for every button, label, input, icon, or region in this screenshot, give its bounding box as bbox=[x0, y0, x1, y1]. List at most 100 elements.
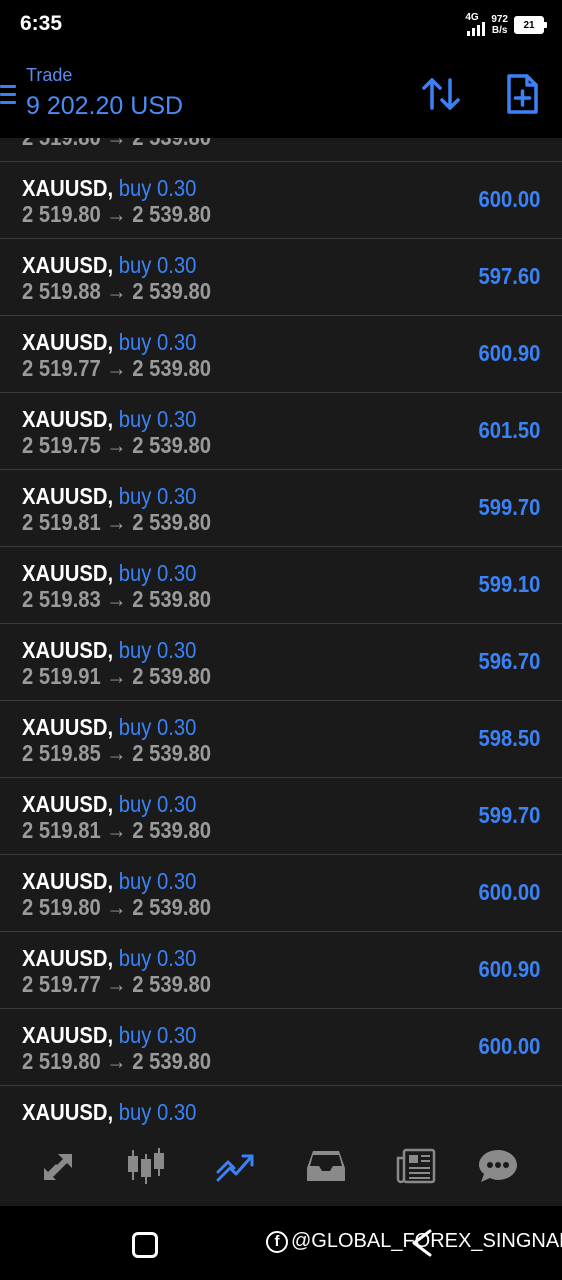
position-profit: 600.90 bbox=[478, 956, 540, 982]
current-price: 2 539.80 bbox=[132, 138, 211, 150]
position-side: buy 0.30 bbox=[118, 175, 197, 201]
position-title: XAUUSD, buy 0.30 bbox=[22, 791, 196, 818]
nav-chart[interactable] bbox=[124, 1146, 168, 1186]
chat-bubble-icon bbox=[479, 1150, 517, 1182]
position-side: buy 0.30 bbox=[118, 714, 197, 740]
price-arrow: → bbox=[106, 138, 126, 150]
battery-level: 21 bbox=[523, 19, 535, 31]
position-row[interactable]: XAUUSD, buy 0.30 2 519.85 → 2 539.80 598.5… bbox=[0, 701, 562, 778]
price-arrow: → bbox=[106, 509, 127, 535]
home-button[interactable] bbox=[132, 1232, 158, 1258]
current-price: 2 539.80 bbox=[132, 971, 212, 997]
open-price: 2 519.80 bbox=[22, 138, 101, 150]
price-arrow: → bbox=[106, 817, 127, 843]
price-arrow: → bbox=[106, 663, 127, 689]
position-profit: 599.10 bbox=[478, 571, 540, 597]
open-price: 2 519.77 bbox=[22, 355, 101, 381]
positions-list[interactable]: XAUUSD, buy 0.30 2 519.80 → 2 539.80 600.0… bbox=[0, 138, 562, 1128]
position-side: buy 0.30 bbox=[118, 1022, 197, 1048]
trade-trend-icon bbox=[216, 1154, 254, 1182]
position-profit: 596.70 bbox=[478, 648, 540, 674]
nav-trade[interactable] bbox=[214, 1146, 258, 1186]
watermark-text: @GLOBAL_FOREX_SINGNALS bbox=[291, 1230, 562, 1252]
position-profit: 601.50 bbox=[478, 417, 540, 443]
position-profit: 597.60 bbox=[478, 263, 540, 289]
position-side: buy 0.30 bbox=[118, 637, 197, 663]
page-title: Trade bbox=[26, 65, 73, 85]
quotes-arrows-icon bbox=[44, 1154, 72, 1180]
news-icon bbox=[396, 1148, 436, 1184]
position-title: XAUUSD, buy 0.30 bbox=[22, 329, 196, 356]
position-profit: 600.00 bbox=[478, 1033, 540, 1059]
position-prices: 2 519.83 → 2 539.80 bbox=[22, 586, 211, 613]
position-symbol: XAUUSD, bbox=[22, 560, 114, 586]
position-row[interactable]: XAUUSD, buy 0.30 2 519.77 → 2 539.80 600.9… bbox=[0, 932, 562, 1009]
current-price: 2 539.80 bbox=[132, 278, 212, 304]
network-speed-unit: B/s bbox=[491, 25, 508, 36]
position-title: XAUUSD, buy 0.30 bbox=[22, 714, 196, 741]
account-balance: 9 202.20 USD bbox=[26, 92, 184, 120]
position-row[interactable]: XAUUSD, buy 0.302 519.80 → 2 539.80 600.0… bbox=[0, 855, 562, 932]
position-row[interactable]: XAUUSD, buy 0.302 519.80 → 2 539.80600.0… bbox=[0, 162, 562, 239]
network-speed-value: 972 bbox=[491, 14, 508, 25]
nav-news[interactable] bbox=[394, 1146, 438, 1186]
position-side: buy 0.30 bbox=[118, 791, 197, 817]
price-arrow: → bbox=[106, 201, 127, 227]
price-arrow: → bbox=[106, 894, 127, 920]
position-row[interactable]: XAUUSD, buy 0.30 2 519.81 → 2 539.80 599.7… bbox=[0, 470, 562, 547]
add-document-icon bbox=[507, 74, 538, 114]
position-row[interactable]: XAUUSD, buy 0.302 519.80 → 2 539.80600.0… bbox=[0, 1009, 562, 1086]
position-row[interactable]: XAUUSD, buy 0.30 2 519.83 → 2 539.80 599.1… bbox=[0, 547, 562, 624]
nav-chat[interactable] bbox=[476, 1146, 520, 1186]
position-side: buy 0.30 bbox=[118, 868, 197, 894]
position-prices: 2 519.80 → 2 539.80 bbox=[22, 894, 211, 921]
app-header: Trade 9 202.20 USD bbox=[0, 52, 562, 138]
signal-icon: 4G bbox=[465, 13, 486, 37]
position-profit: 600.00 bbox=[478, 879, 540, 905]
position-profit: 599.70 bbox=[478, 494, 540, 520]
current-price: 2 539.80 bbox=[132, 586, 212, 612]
current-price: 2 539.80 bbox=[132, 509, 212, 535]
position-side: buy 0.30 bbox=[118, 406, 197, 432]
position-title: XAUUSD, buy 0.30 bbox=[22, 637, 196, 664]
position-symbol: XAUUSD, bbox=[22, 329, 114, 355]
status-indicators: 4G 972 B/s 21 bbox=[465, 12, 547, 38]
position-title: XAUUSD, buy 0.30 bbox=[22, 1099, 196, 1126]
position-profit: 598.50 bbox=[478, 725, 540, 751]
position-side: buy 0.30 bbox=[118, 252, 197, 278]
open-price: 2 519.80 bbox=[22, 201, 101, 227]
current-price: 2 539.80 bbox=[132, 355, 212, 381]
watermark: f @GLOBAL_FOREX_SINGNALS bbox=[266, 1230, 562, 1253]
position-title: XAUUSD, buy 0.30 bbox=[22, 483, 196, 510]
position-symbol: XAUUSD, bbox=[22, 868, 114, 894]
position-row[interactable]: XAUUSD, buy 0.30 2 519.77 → 2 539.80 600.9… bbox=[0, 316, 562, 393]
position-side: buy 0.30 bbox=[118, 1099, 197, 1125]
system-navigation-bar: f @GLOBAL_FOREX_SINGNALS bbox=[0, 1206, 562, 1280]
current-price: 2 539.80 bbox=[132, 663, 212, 689]
position-row[interactable]: XAUUSD, buy 0.30 2 519.75 → 2 539.80 601.5… bbox=[0, 393, 562, 470]
position-side: buy 0.30 bbox=[118, 945, 197, 971]
position-side: buy 0.30 bbox=[118, 329, 197, 355]
price-arrow: → bbox=[106, 586, 127, 612]
price-arrow: → bbox=[106, 971, 127, 997]
history-inbox-icon bbox=[307, 1151, 345, 1181]
position-title: XAUUSD, buy 0.30 bbox=[22, 868, 196, 895]
position-row[interactable]: XAUUSD, buy 0.302 519.80 → 2 539.80600.0… bbox=[0, 138, 562, 162]
position-row[interactable]: XAUUSD, buy 0.30 bbox=[0, 1086, 562, 1128]
nav-quotes[interactable] bbox=[36, 1146, 80, 1186]
price-arrow: → bbox=[106, 278, 127, 304]
candlestick-chart-icon bbox=[128, 1148, 164, 1184]
open-price: 2 519.81 bbox=[22, 817, 101, 843]
position-row[interactable]: XAUUSD, buy 0.30 2 519.91 → 2 539.80 596.7… bbox=[0, 624, 562, 701]
sort-button[interactable] bbox=[420, 74, 462, 114]
position-symbol: XAUUSD, bbox=[22, 175, 114, 201]
current-price: 2 539.80 bbox=[132, 740, 212, 766]
new-order-button[interactable] bbox=[502, 72, 542, 116]
open-price: 2 519.81 bbox=[22, 509, 101, 535]
position-row[interactable]: XAUUSD, buy 0.30 2 519.81 → 2 539.80 599.7… bbox=[0, 778, 562, 855]
position-row[interactable]: XAUUSD, buy 0.30 2 519.88 → 2 539.80 597.6… bbox=[0, 239, 562, 316]
nav-history[interactable] bbox=[304, 1146, 348, 1186]
hamburger-menu-icon[interactable] bbox=[0, 85, 16, 107]
open-price: 2 519.80 bbox=[22, 1048, 101, 1074]
position-title: XAUUSD, buy 0.30 bbox=[22, 945, 196, 972]
